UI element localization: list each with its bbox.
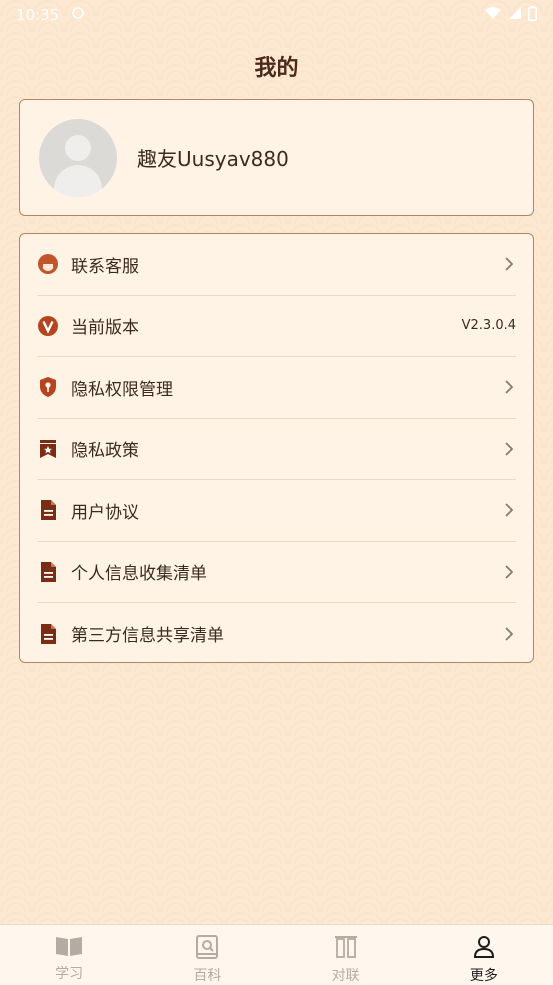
settings-menu: 联系客服 当前版本 V2.3.0.4 隐私权限管理 隐私政策 用户协议 个人信息… xyxy=(19,233,534,663)
book-open-icon xyxy=(55,935,83,961)
encyclopedia-icon xyxy=(195,935,219,963)
menu-item-version[interactable]: 当前版本 V2.3.0.4 xyxy=(37,296,516,357)
version-value: V2.3.0.4 xyxy=(461,318,516,334)
wifi-icon xyxy=(484,6,502,24)
couplet-icon xyxy=(334,935,358,963)
nav-tab-encyclopedia[interactable]: 百科 xyxy=(138,925,276,985)
menu-item-label: 隐私政策 xyxy=(71,441,139,462)
menu-item-label: 当前版本 xyxy=(71,318,139,339)
nav-tab-more[interactable]: 更多 xyxy=(415,925,553,985)
notification-icon xyxy=(71,6,85,24)
bookmark-star-icon xyxy=(37,438,59,460)
nav-label: 学习 xyxy=(55,966,84,982)
menu-item-personal-info-list[interactable]: 个人信息收集清单 xyxy=(37,542,516,603)
menu-item-customer-service[interactable]: 联系客服 xyxy=(37,234,516,296)
status-time: 10:35 xyxy=(16,6,60,24)
menu-item-label: 用户协议 xyxy=(71,502,139,523)
chevron-right-icon xyxy=(502,438,516,460)
menu-item-user-agreement[interactable]: 用户协议 xyxy=(37,480,516,542)
username: 趣友Uusyav880 xyxy=(137,147,289,171)
version-icon xyxy=(37,315,59,337)
document-icon xyxy=(37,561,59,583)
nav-label: 更多 xyxy=(469,968,498,984)
person-icon xyxy=(472,935,496,963)
page-title: 我的 xyxy=(254,56,299,81)
chevron-right-icon xyxy=(502,376,516,398)
document-icon xyxy=(37,623,59,645)
nav-label: 百科 xyxy=(193,968,222,984)
signal-icon xyxy=(508,6,522,24)
menu-item-privacy-policy[interactable]: 隐私政策 xyxy=(37,419,516,480)
menu-item-privacy-permissions[interactable]: 隐私权限管理 xyxy=(37,357,516,419)
chevron-right-icon xyxy=(502,499,516,521)
battery-icon xyxy=(528,5,537,25)
shield-key-icon xyxy=(37,376,59,398)
menu-item-label: 个人信息收集清单 xyxy=(71,564,207,585)
bottom-nav: 学习 百科 对联 更多 xyxy=(0,924,553,985)
menu-item-label: 第三方信息共享清单 xyxy=(71,626,224,647)
avatar[interactable] xyxy=(39,118,117,197)
chevron-right-icon xyxy=(502,561,516,583)
nav-tab-couplet[interactable]: 对联 xyxy=(277,925,415,985)
menu-item-label: 联系客服 xyxy=(71,256,139,277)
chevron-right-icon xyxy=(502,253,516,275)
menu-item-third-party-sharing-list[interactable]: 第三方信息共享清单 xyxy=(37,603,516,665)
customer-service-icon xyxy=(37,253,59,275)
document-icon xyxy=(37,499,59,521)
nav-label: 对联 xyxy=(331,968,360,984)
menu-item-label: 隐私权限管理 xyxy=(71,379,173,400)
profile-card[interactable]: 趣友Uusyav880 xyxy=(19,99,534,216)
nav-tab-study[interactable]: 学习 xyxy=(0,925,138,985)
status-bar: 10:35 xyxy=(0,0,553,30)
chevron-right-icon xyxy=(502,623,516,645)
